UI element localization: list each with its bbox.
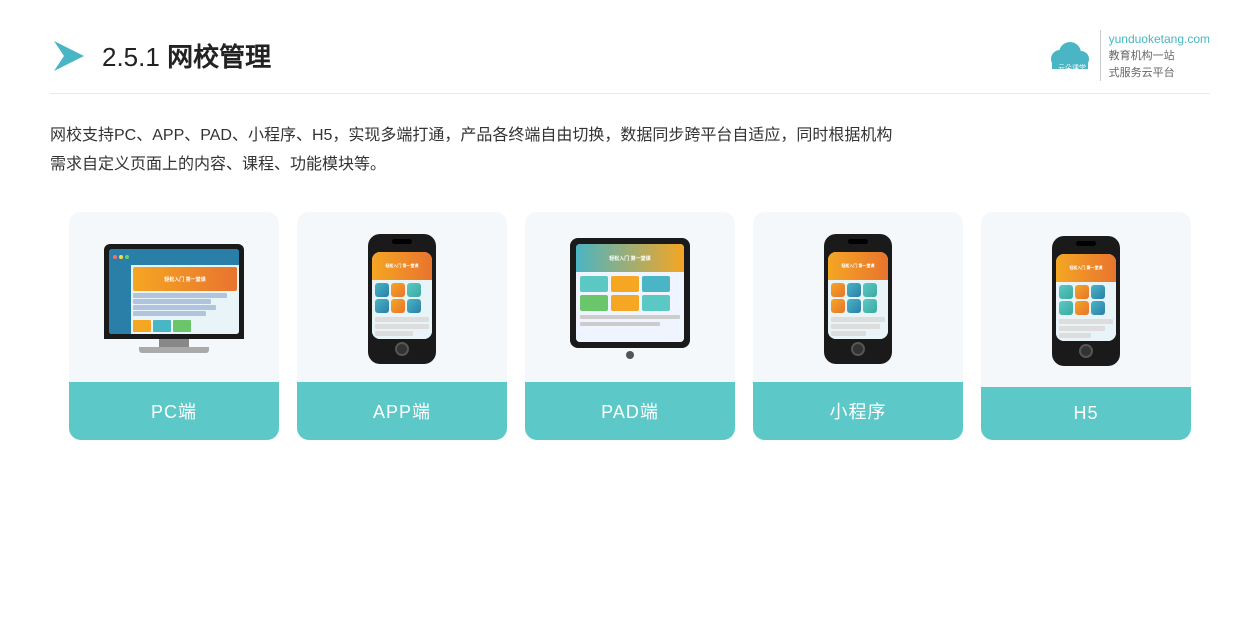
phone-body-h5: 轻松入门 第一堂课 <box>1052 236 1120 366</box>
header-left: 2.5.1 网校管理 <box>50 37 271 75</box>
phone-home-btn-h5 <box>1079 344 1093 358</box>
phone-notch-app <box>392 239 412 244</box>
page-title: 2.5.1 网校管理 <box>102 37 271 74</box>
brand-tagline2: 式服务云平台 <box>1109 65 1210 82</box>
card-app-label: APP端 <box>297 382 507 440</box>
card-mini-label: 小程序 <box>753 382 963 440</box>
phone-screen-h5: 轻松入门 第一堂课 <box>1056 254 1116 341</box>
card-mini: 轻松入门 第一堂课 <box>753 212 963 440</box>
header-right: 云朵课堂 yunduoketang.com 教育机构一站 式服务云平台 <box>1048 30 1210 81</box>
phone-notch-mini <box>848 239 868 244</box>
card-pad-label: PAD端 <box>525 382 735 440</box>
phone-body-mini: 轻松入门 第一堂课 <box>824 234 892 364</box>
phone-home-btn-app <box>395 342 409 356</box>
brand-tagline1: 教育机构一站 <box>1109 48 1210 65</box>
title-prefix: 2.5.1 <box>102 42 167 72</box>
pad-device-area: 轻松入门 第一堂课 <box>525 212 735 382</box>
device-pad: 轻松入门 第一堂课 <box>570 238 690 359</box>
card-pc: 轻松入门 第一堂课 <box>69 212 279 440</box>
page-container: 2.5.1 网校管理 云朵课堂 yunduoketang.com 教育机构一站 … <box>0 0 1260 630</box>
cards-container: 轻松入门 第一堂课 <box>50 212 1210 440</box>
description: 网校支持PC、APP、PAD、小程序、H5，实现多端打通，产品各终端自由切换，数… <box>50 122 1210 180</box>
phone-notch-h5 <box>1076 241 1096 246</box>
phone-body-app: 轻松入门 第一堂课 <box>368 234 436 364</box>
pc-screen: 轻松入门 第一堂课 <box>104 244 244 339</box>
device-phone-app: 轻松入门 第一堂课 <box>368 234 436 364</box>
card-h5-label: H5 <box>981 387 1191 440</box>
header: 2.5.1 网校管理 云朵课堂 yunduoketang.com 教育机构一站 … <box>50 30 1210 94</box>
h5-device-area: 轻松入门 第一堂课 <box>981 212 1191 387</box>
device-phone-h5: 轻松入门 第一堂课 <box>1052 236 1120 366</box>
brand-logo-icon: 云朵课堂 <box>1048 37 1092 75</box>
phone-screen-mini: 轻松入门 第一堂课 <box>828 252 888 339</box>
card-pad: 轻松入门 第一堂课 <box>525 212 735 440</box>
brand-text: yunduoketang.com 教育机构一站 式服务云平台 <box>1100 30 1210 81</box>
card-h5: 轻松入门 第一堂课 <box>981 212 1191 440</box>
brand-logo: 云朵课堂 yunduoketang.com 教育机构一站 式服务云平台 <box>1048 30 1210 81</box>
description-line1: 网校支持PC、APP、PAD、小程序、H5，实现多端打通，产品各终端自由切换，数… <box>50 122 1210 151</box>
description-line2: 需求自定义页面上的内容、课程、功能模块等。 <box>50 151 1210 180</box>
phone-screen-app: 轻松入门 第一堂课 <box>372 252 432 339</box>
title-bold: 网校管理 <box>167 42 271 72</box>
mini-device-area: 轻松入门 第一堂课 <box>753 212 963 382</box>
device-pc: 轻松入门 第一堂课 <box>104 244 244 353</box>
card-pc-label: PC端 <box>69 382 279 440</box>
pad-screen: 轻松入门 第一堂课 <box>576 244 684 342</box>
card-app: 轻松入门 第一堂课 <box>297 212 507 440</box>
arrow-logo-icon <box>50 37 88 75</box>
pad-body: 轻松入门 第一堂课 <box>570 238 690 348</box>
brand-site: yunduoketang.com <box>1109 30 1210 48</box>
svg-text:云朵课堂: 云朵课堂 <box>1058 63 1086 72</box>
app-device-area: 轻松入门 第一堂课 <box>297 212 507 382</box>
pc-device-area: 轻松入门 第一堂课 <box>69 212 279 382</box>
phone-home-btn-mini <box>851 342 865 356</box>
device-phone-mini: 轻松入门 第一堂课 <box>824 234 892 364</box>
